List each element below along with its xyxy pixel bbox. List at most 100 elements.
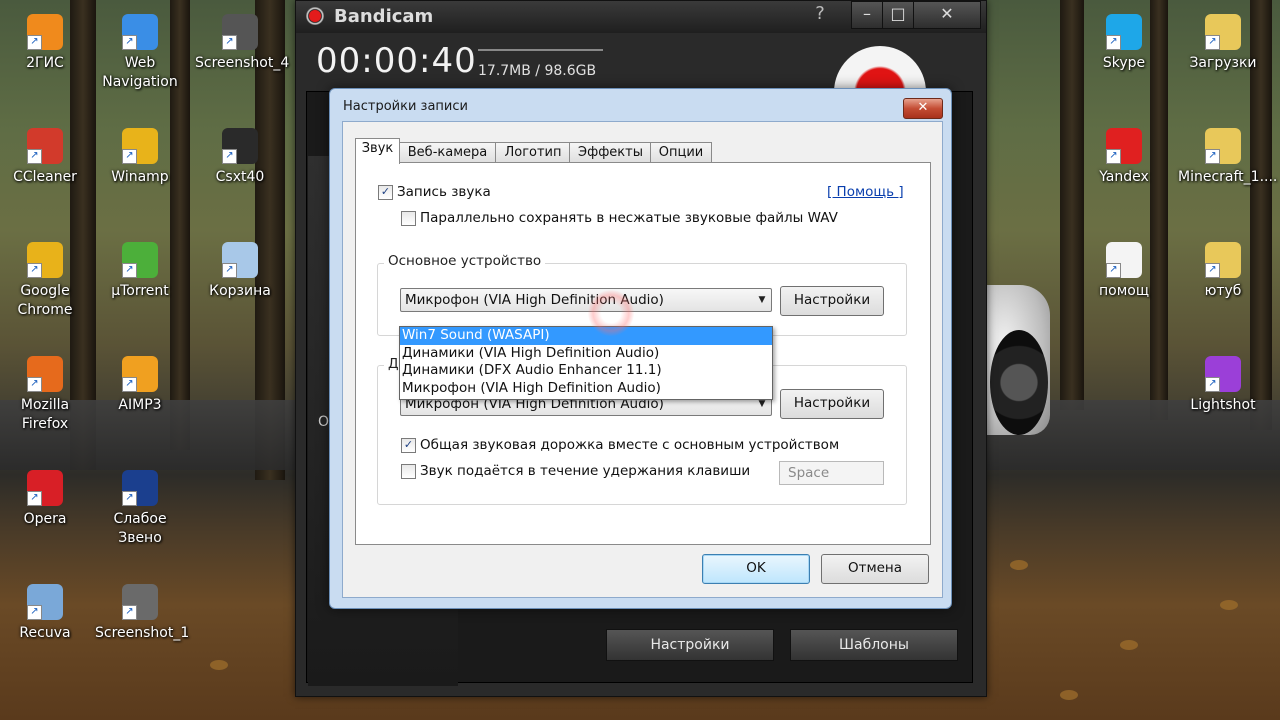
desktop-icon[interactable]: ↗ µTorrent [95, 242, 185, 301]
shortcut-app-icon: ↗ [122, 470, 158, 506]
leaf [1220, 600, 1238, 610]
desktop-icon[interactable]: ↗ Web Navigation [95, 14, 185, 92]
text-file-icon: ↗ [1106, 242, 1142, 278]
desktop-icon-label: помощ [1098, 283, 1150, 299]
recording-timer: 00:00:40 [316, 41, 477, 81]
shortcut-arrow-icon: ↗ [1205, 149, 1220, 164]
bandicam-settings-button[interactable]: Настройки [606, 629, 774, 661]
mix-track-checkbox[interactable]: ✓ [401, 438, 416, 453]
shortcut-arrow-icon: ↗ [1106, 35, 1121, 50]
push-to-talk-label: Звук подаётся в течение удержания клавиш… [420, 463, 751, 479]
desktop-icon[interactable]: ↗ Winamp [95, 128, 185, 187]
shortcut-arrow-icon: ↗ [122, 149, 137, 164]
desktop-icon[interactable]: ↗ Lightshot [1178, 356, 1268, 415]
tab-sound[interactable]: Звук [355, 138, 400, 164]
templates-button[interactable]: Шаблоны [790, 629, 958, 661]
desktop-icon-label: Opera [23, 511, 67, 527]
dropdown-option[interactable]: Win7 Sound (WASAPI) [400, 327, 772, 345]
desktop-icon[interactable]: ↗ Minecraft_1.... [1178, 128, 1277, 187]
desktop-icon[interactable]: ↗ 2ГИС [0, 14, 90, 73]
recuva-icon: ↗ [27, 584, 63, 620]
file-size: 17.7MB / 98.6GB [478, 63, 597, 79]
dropdown-option[interactable]: Динамики (DFX Audio Enhancer 11.1) [400, 362, 772, 380]
dialog-title: Настройки записи [343, 99, 468, 114]
secondary-settings-button[interactable]: Настройки [780, 389, 884, 419]
desktop-icon[interactable]: ↗ Корзина [195, 242, 285, 301]
primary-device-select[interactable]: Микрофон (VIA High Definition Audio) ▼ [400, 288, 772, 312]
shortcut-arrow-icon: ↗ [1106, 149, 1121, 164]
desktop-icon[interactable]: ↗ CCleaner [0, 128, 90, 187]
desktop-icon-label: Загрузки [1189, 55, 1257, 71]
chrome-icon: ↗ [27, 242, 63, 278]
save-wav-checkbox[interactable] [401, 211, 416, 226]
close-button[interactable]: ✕ [913, 1, 981, 29]
opera-icon: ↗ [27, 470, 63, 506]
desktop-icon-label: Yandex [1099, 169, 1149, 185]
folder-icon: ↗ [1205, 242, 1241, 278]
desktop-icon[interactable]: ↗ помощ [1079, 242, 1169, 301]
dropdown-option[interactable]: Микрофон (VIA High Definition Audio) [400, 380, 772, 398]
bandicam-title: Bandicam [334, 6, 434, 27]
desktop-icon[interactable]: ↗ Google Chrome [0, 242, 90, 320]
desktop-icon[interactable]: ↗ AIMP3 [95, 356, 185, 415]
desktop-icon-label: ютуб [1204, 283, 1242, 299]
image-file-icon: ↗ [222, 14, 258, 50]
shortcut-arrow-icon: ↗ [122, 377, 137, 392]
shortcut-arrow-icon: ↗ [122, 491, 137, 506]
desktop-icon-label: Корзина [209, 283, 271, 299]
desktop-icon[interactable]: ↗ Screenshot_4 [195, 14, 290, 73]
minimize-button[interactable]: – [851, 1, 883, 29]
ok-button[interactable]: OK [702, 554, 810, 584]
shortcut-arrow-icon: ↗ [27, 377, 42, 392]
2gis-icon: ↗ [27, 14, 63, 50]
shortcut-arrow-icon: ↗ [1106, 263, 1121, 278]
chevron-down-icon: ▼ [758, 295, 766, 305]
tab-effects[interactable]: Эффекты [569, 142, 652, 163]
hotkey-field[interactable]: Space [779, 461, 884, 485]
cancel-button[interactable]: Отмена [821, 554, 929, 584]
bandicam-titlebar[interactable]: Bandicam ? – □ ✕ [296, 1, 986, 33]
size-bar [478, 49, 603, 51]
shortcut-arrow-icon: ↗ [122, 35, 137, 50]
car-wheel [990, 330, 1048, 435]
record-sound-checkbox[interactable]: ✓ [378, 185, 393, 200]
desktop-icon[interactable]: ↗ Skype [1079, 14, 1169, 73]
device-dropdown-list[interactable]: Win7 Sound (WASAPI) Динамики (VIA High D… [399, 326, 773, 400]
shortcut-arrow-icon: ↗ [27, 263, 42, 278]
desktop-icon[interactable]: ↗ Csxt40 [195, 128, 285, 187]
dialog-close-button[interactable]: ✕ [903, 98, 943, 119]
shortcut-arrow-icon: ↗ [122, 263, 137, 278]
desktop-icon[interactable]: ↗ Yandex [1079, 128, 1169, 187]
tab-logo[interactable]: Логотип [495, 142, 571, 163]
desktop-icon[interactable]: ↗ Opera [0, 470, 90, 529]
shortcut-arrow-icon: ↗ [222, 35, 237, 50]
leaf [210, 660, 228, 670]
shortcut-arrow-icon: ↗ [1205, 377, 1220, 392]
push-to-talk-checkbox[interactable] [401, 464, 416, 479]
dropdown-option[interactable]: Динамики (VIA High Definition Audio) [400, 345, 772, 363]
help-link[interactable]: [ Помощь ] [827, 184, 904, 200]
leaf [1120, 640, 1138, 650]
desktop-icon-label: 2ГИС [26, 55, 64, 71]
maximize-button[interactable]: □ [882, 1, 914, 29]
desktop-icon[interactable]: ↗ Загрузки [1178, 14, 1268, 73]
desktop-icon-label: Web Navigation [102, 55, 178, 90]
desktop-icon[interactable]: ↗ Screenshot_1 [95, 584, 189, 643]
shortcut-arrow-icon: ↗ [122, 605, 137, 620]
firefox-icon: ↗ [27, 356, 63, 392]
tab-options[interactable]: Опции [650, 142, 712, 163]
help-button[interactable]: ? [808, 3, 832, 27]
desktop-icon[interactable]: ↗ Recuva [0, 584, 90, 643]
desktop-icon[interactable]: ↗ ютуб [1178, 242, 1268, 301]
desktop-icon-label: Screenshot_4 [195, 55, 290, 71]
tab-webcam[interactable]: Веб-камера [398, 142, 497, 163]
desktop-icon-label: µTorrent [111, 283, 169, 299]
desktop-icon-label: Winamp [111, 169, 169, 185]
shortcut-arrow-icon: ↗ [27, 149, 42, 164]
desktop-icon[interactable]: ↗ Слабое Звено [95, 470, 185, 548]
desktop-icon-label: AIMP3 [118, 397, 162, 413]
primary-settings-button[interactable]: Настройки [780, 286, 884, 316]
shortcut-arrow-icon: ↗ [222, 263, 237, 278]
desktop-icon-label: Skype [1102, 55, 1146, 71]
desktop-icon[interactable]: ↗ Mozilla Firefox [0, 356, 90, 434]
